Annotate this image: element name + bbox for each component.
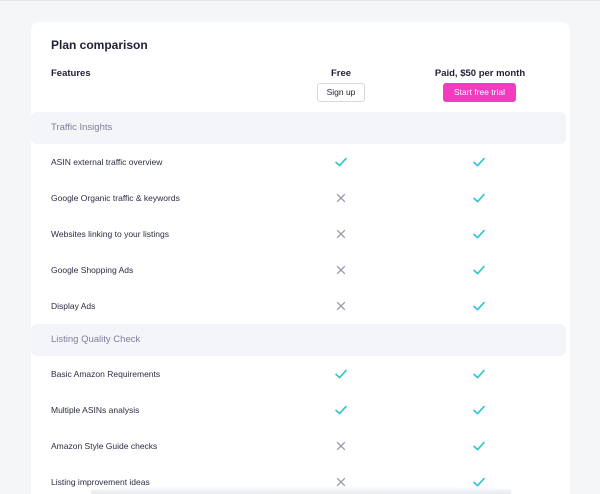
check-icon bbox=[473, 369, 485, 379]
page-title: Plan comparison bbox=[51, 38, 148, 52]
feature-label: Listing improvement ideas bbox=[51, 477, 150, 487]
feature-row: Amazon Style Guide checks bbox=[31, 428, 570, 464]
check-icon bbox=[473, 301, 485, 311]
sign-up-button[interactable]: Sign up bbox=[317, 83, 365, 102]
cross-icon bbox=[336, 193, 346, 203]
features-column-header: Features bbox=[51, 68, 91, 79]
check-icon bbox=[335, 405, 347, 415]
section-header: Listing Quality Check bbox=[31, 324, 566, 356]
feature-label: ASIN external traffic overview bbox=[51, 157, 163, 167]
cross-icon bbox=[336, 229, 346, 239]
cross-icon bbox=[336, 301, 346, 311]
check-icon bbox=[335, 369, 347, 379]
feature-label: Google Shopping Ads bbox=[51, 265, 134, 275]
section-title: Traffic Insights bbox=[51, 122, 113, 133]
check-icon bbox=[473, 229, 485, 239]
feature-row: ASIN external traffic overview bbox=[31, 144, 570, 180]
cross-icon bbox=[336, 441, 346, 451]
free-column-header: Free bbox=[330, 68, 352, 79]
feature-row: Google Shopping Ads bbox=[31, 252, 570, 288]
section-header: Traffic Insights bbox=[31, 112, 566, 144]
feature-label: Basic Amazon Requirements bbox=[51, 369, 161, 379]
feature-label: Google Organic traffic & keywords bbox=[51, 193, 180, 203]
feature-label: Multiple ASINs analysis bbox=[51, 405, 140, 415]
feature-row: Basic Amazon Requirements bbox=[31, 356, 570, 392]
feature-row: Websites linking to your listings bbox=[31, 216, 570, 252]
check-icon bbox=[473, 193, 485, 203]
feature-row: Google Organic traffic & keywords bbox=[31, 180, 570, 216]
paid-column-header: Paid, $50 per month bbox=[434, 68, 526, 79]
feature-row: Multiple ASINs analysis bbox=[31, 392, 570, 428]
check-icon bbox=[473, 441, 485, 451]
feature-label: Display Ads bbox=[51, 301, 96, 311]
section-title: Listing Quality Check bbox=[51, 334, 141, 345]
check-icon bbox=[473, 265, 485, 275]
bottom-scroll-shadow bbox=[91, 486, 511, 494]
plan-comparison-card: Plan comparison Features Free Paid, $50 … bbox=[31, 22, 570, 494]
feature-label: Amazon Style Guide checks bbox=[51, 441, 158, 451]
feature-row: Display Ads bbox=[31, 288, 570, 324]
cross-icon bbox=[336, 265, 346, 275]
start-free-trial-button[interactable]: Start free trial bbox=[443, 83, 516, 102]
feature-label: Websites linking to your listings bbox=[51, 229, 169, 239]
top-divider bbox=[0, 0, 600, 1]
check-icon bbox=[335, 157, 347, 167]
check-icon bbox=[473, 157, 485, 167]
check-icon bbox=[473, 405, 485, 415]
